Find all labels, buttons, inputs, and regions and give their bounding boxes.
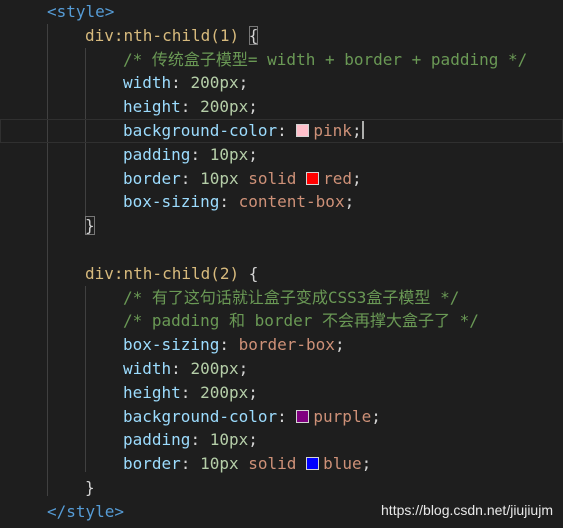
code-line: /* 有了这句话就让盒子变成CSS3盒子模型 */ bbox=[0, 286, 563, 310]
code-line: /* 传统盒子模型= width + border + padding */ bbox=[0, 48, 563, 72]
style-open-tag: <style> bbox=[47, 2, 115, 21]
color-swatch-pink[interactable] bbox=[296, 124, 310, 137]
code-line: } bbox=[0, 476, 563, 500]
watermark: https://blog.csdn.net/jiujiujm bbox=[381, 502, 553, 518]
property: border bbox=[123, 168, 181, 188]
brace: } bbox=[85, 478, 95, 497]
comment: /* 有了这句话就让盒子变成CSS3盒子模型 */ bbox=[123, 287, 460, 307]
color-swatch-purple[interactable] bbox=[296, 409, 310, 423]
code-line: width: 200px; bbox=[123, 359, 249, 378]
code-line: border: 10px solid red; bbox=[123, 168, 362, 188]
code-line: box-sizing: border-box; bbox=[123, 335, 345, 355]
value: border-box bbox=[238, 335, 335, 355]
code-line: box-sizing: content-box; bbox=[123, 192, 355, 212]
property: box-sizing bbox=[123, 335, 220, 355]
property: border bbox=[123, 454, 181, 474]
brace: } bbox=[85, 216, 95, 236]
code-line: height: 200px; bbox=[123, 382, 258, 402]
value: solid bbox=[248, 454, 297, 474]
selector: div:nth-child(1) bbox=[85, 25, 240, 45]
value: 200px bbox=[190, 359, 239, 378]
value: purple bbox=[313, 406, 372, 426]
value: 10px bbox=[200, 454, 239, 474]
code-line: <style> bbox=[0, 0, 563, 24]
property: background-color bbox=[123, 121, 278, 140]
property: height bbox=[123, 97, 181, 117]
code-line: div:nth-child(1) { bbox=[0, 24, 563, 48]
property: background-color bbox=[123, 406, 278, 426]
color-swatch-red[interactable] bbox=[306, 171, 320, 185]
color-swatch-blue[interactable] bbox=[306, 457, 320, 471]
code-line: div:nth-child(2) { bbox=[0, 262, 563, 286]
comment: /* 传统盒子模型= width + border + padding */ bbox=[123, 49, 528, 69]
value: 200px bbox=[190, 73, 239, 93]
value: 200px bbox=[200, 97, 249, 117]
code-line: } bbox=[0, 214, 563, 238]
brace: { bbox=[248, 263, 259, 283]
code-line-current: background-color: pink; bbox=[0, 119, 563, 143]
code-line: padding: 10px; bbox=[123, 144, 258, 164]
value: solid bbox=[248, 168, 297, 188]
code-line: /* padding 和 border 不会再撑大盒子了 */ bbox=[0, 309, 563, 333]
selector: div:nth-child(2) bbox=[85, 263, 240, 283]
value: 10px bbox=[200, 168, 239, 188]
property: padding bbox=[123, 430, 191, 450]
value: 10px bbox=[209, 430, 249, 450]
code-line: border: 10px solid blue; bbox=[123, 454, 372, 474]
property: padding bbox=[123, 144, 191, 164]
brace: { bbox=[248, 25, 259, 45]
comment: /* padding 和 border 不会再撑大盒子了 */ bbox=[123, 311, 479, 331]
code-editor[interactable]: <style> div:nth-child(1) { /* 传统盒子模型= wi… bbox=[0, 0, 563, 528]
property: height bbox=[123, 382, 181, 402]
property: width bbox=[123, 359, 172, 378]
value: 200px bbox=[200, 382, 249, 402]
value: blue bbox=[323, 454, 362, 474]
value: 10px bbox=[209, 144, 249, 164]
code-line: width: 200px; bbox=[123, 73, 249, 93]
code-line: height: 200px; bbox=[123, 97, 258, 117]
value: red bbox=[323, 168, 352, 188]
code-line: padding: 10px; bbox=[123, 430, 258, 450]
code-line: background-color: purple; bbox=[123, 406, 381, 426]
text-cursor bbox=[361, 121, 364, 139]
property: width bbox=[123, 73, 172, 93]
style-close-tag: </style> bbox=[47, 501, 125, 521]
property: box-sizing bbox=[123, 192, 220, 212]
value: content-box bbox=[238, 192, 345, 212]
value: pink bbox=[313, 121, 352, 140]
